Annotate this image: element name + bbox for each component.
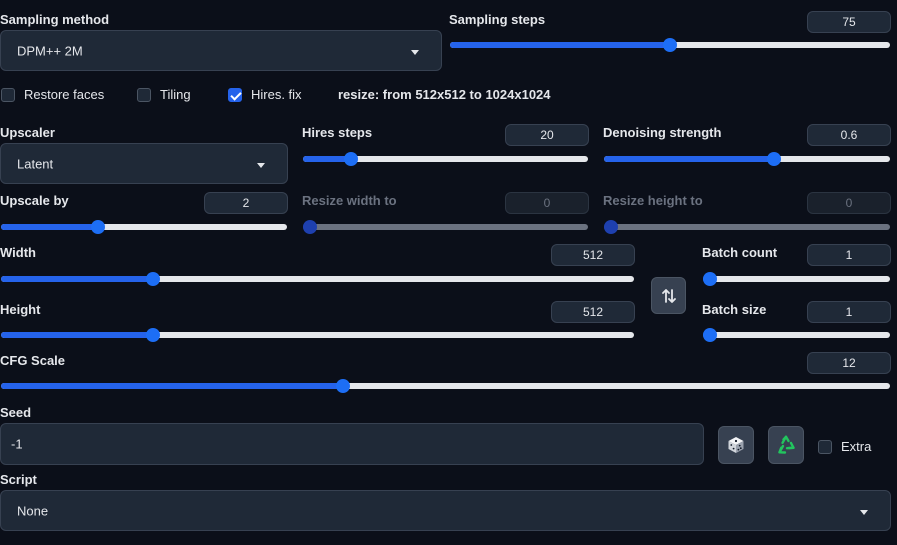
batch-size-label: Batch size — [702, 302, 767, 317]
batch-count-label: Batch count — [702, 245, 778, 260]
resize-height-input: 0 — [807, 192, 891, 214]
slider-thumb[interactable] — [145, 272, 160, 286]
dice-icon — [728, 437, 744, 453]
denoising-strength-input[interactable]: 0.6 — [807, 124, 891, 146]
extra-seed-label: Extra — [841, 439, 872, 454]
slider-fill — [1, 332, 153, 338]
denoising-strength-label: Denoising strength — [603, 125, 722, 140]
slider-fill — [604, 156, 775, 162]
resize-width-slider — [303, 220, 588, 234]
width-label: Width — [0, 245, 36, 260]
hires-steps-input[interactable]: 20 — [505, 124, 589, 146]
cfg-scale-slider[interactable] — [1, 379, 890, 393]
swap-dimensions-button[interactable] — [651, 277, 686, 314]
seed-label: Seed — [0, 405, 32, 420]
denoising-strength-slider[interactable] — [604, 152, 890, 166]
restore-faces-checkbox[interactable] — [1, 88, 15, 102]
resize-info-prefix: resize: from — [338, 87, 416, 102]
sampling-method-dropdown[interactable]: DPM++ 2M — [0, 30, 442, 71]
slider-thumb[interactable] — [343, 152, 358, 166]
resize-info-to: 1024x1024 — [485, 87, 551, 102]
slider-fill — [1, 224, 98, 230]
tiling-label: Tiling — [160, 87, 191, 102]
hires-fix-label: Hires. fix — [251, 87, 302, 102]
upscale-by-slider[interactable] — [1, 220, 287, 234]
sampling-steps-slider[interactable] — [450, 38, 890, 52]
sampling-method-label: Sampling method — [0, 12, 110, 27]
chevron-down-icon — [257, 162, 265, 168]
resize-info-mid: to — [465, 87, 486, 102]
batch-size-slider[interactable] — [703, 328, 890, 342]
height-input[interactable]: 512 — [551, 301, 635, 323]
slider-track — [303, 224, 588, 230]
tiling-checkbox[interactable] — [137, 88, 151, 102]
upscale-by-input[interactable]: 2 — [204, 192, 288, 214]
script-dropdown[interactable]: None — [0, 490, 891, 531]
resize-height-slider — [604, 220, 890, 234]
slider-thumb[interactable] — [767, 152, 782, 166]
slider-thumb — [604, 220, 618, 234]
slider-track — [703, 276, 890, 282]
hires-steps-label: Hires steps — [302, 125, 373, 140]
reuse-seed-button[interactable] — [768, 426, 804, 464]
slider-fill — [1, 276, 153, 282]
batch-size-input[interactable]: 1 — [807, 301, 891, 323]
swap-vertical-arrows-icon — [661, 288, 676, 303]
slider-track — [703, 332, 890, 338]
slider-thumb — [303, 220, 317, 234]
sampling-method-value: DPM++ 2M — [17, 43, 83, 58]
seed-value: -1 — [11, 436, 23, 452]
upscaler-value: Latent — [17, 156, 54, 171]
slider-fill — [1, 383, 344, 389]
cfg-scale-input[interactable]: 12 — [807, 352, 891, 374]
upscaler-dropdown[interactable]: Latent — [0, 143, 288, 184]
slider-thumb[interactable] — [336, 379, 351, 393]
batch-count-slider[interactable] — [703, 272, 890, 286]
extra-seed-checkbox[interactable] — [818, 440, 832, 454]
slider-thumb[interactable] — [703, 272, 717, 286]
random-seed-button[interactable] — [718, 426, 754, 464]
resize-width-label: Resize width to — [302, 193, 397, 208]
width-input[interactable]: 512 — [551, 244, 635, 266]
hires-fix-checkbox[interactable] — [228, 88, 242, 102]
chevron-down-icon — [411, 49, 419, 55]
height-label: Height — [0, 302, 41, 317]
slider-thumb[interactable] — [703, 328, 717, 342]
restore-faces-label: Restore faces — [24, 87, 105, 102]
chevron-down-icon — [860, 509, 868, 515]
recycle-icon — [778, 435, 795, 454]
slider-thumb[interactable] — [90, 220, 105, 234]
resize-height-label: Resize height to — [603, 193, 703, 208]
hires-steps-slider[interactable] — [303, 152, 588, 166]
resize-info-from: 512x512 — [415, 87, 466, 102]
upscale-by-label: Upscale by — [0, 193, 69, 208]
script-label: Script — [0, 472, 37, 487]
width-slider[interactable] — [1, 272, 634, 286]
resize-info: resize: from 512x512 to 1024x1024 — [338, 87, 551, 102]
seed-input[interactable]: -1 — [0, 423, 704, 465]
cfg-scale-label: CFG Scale — [0, 353, 66, 368]
script-value: None — [17, 503, 49, 518]
batch-count-input[interactable]: 1 — [807, 244, 891, 266]
sampling-steps-label: Sampling steps — [449, 12, 546, 27]
sampling-steps-input[interactable]: 75 — [807, 11, 891, 33]
height-slider[interactable] — [1, 328, 634, 342]
resize-width-input: 0 — [505, 192, 589, 214]
slider-thumb[interactable] — [663, 38, 677, 52]
slider-fill — [450, 42, 670, 48]
slider-thumb[interactable] — [145, 328, 160, 342]
slider-track — [604, 224, 890, 230]
upscaler-label: Upscaler — [0, 125, 55, 140]
